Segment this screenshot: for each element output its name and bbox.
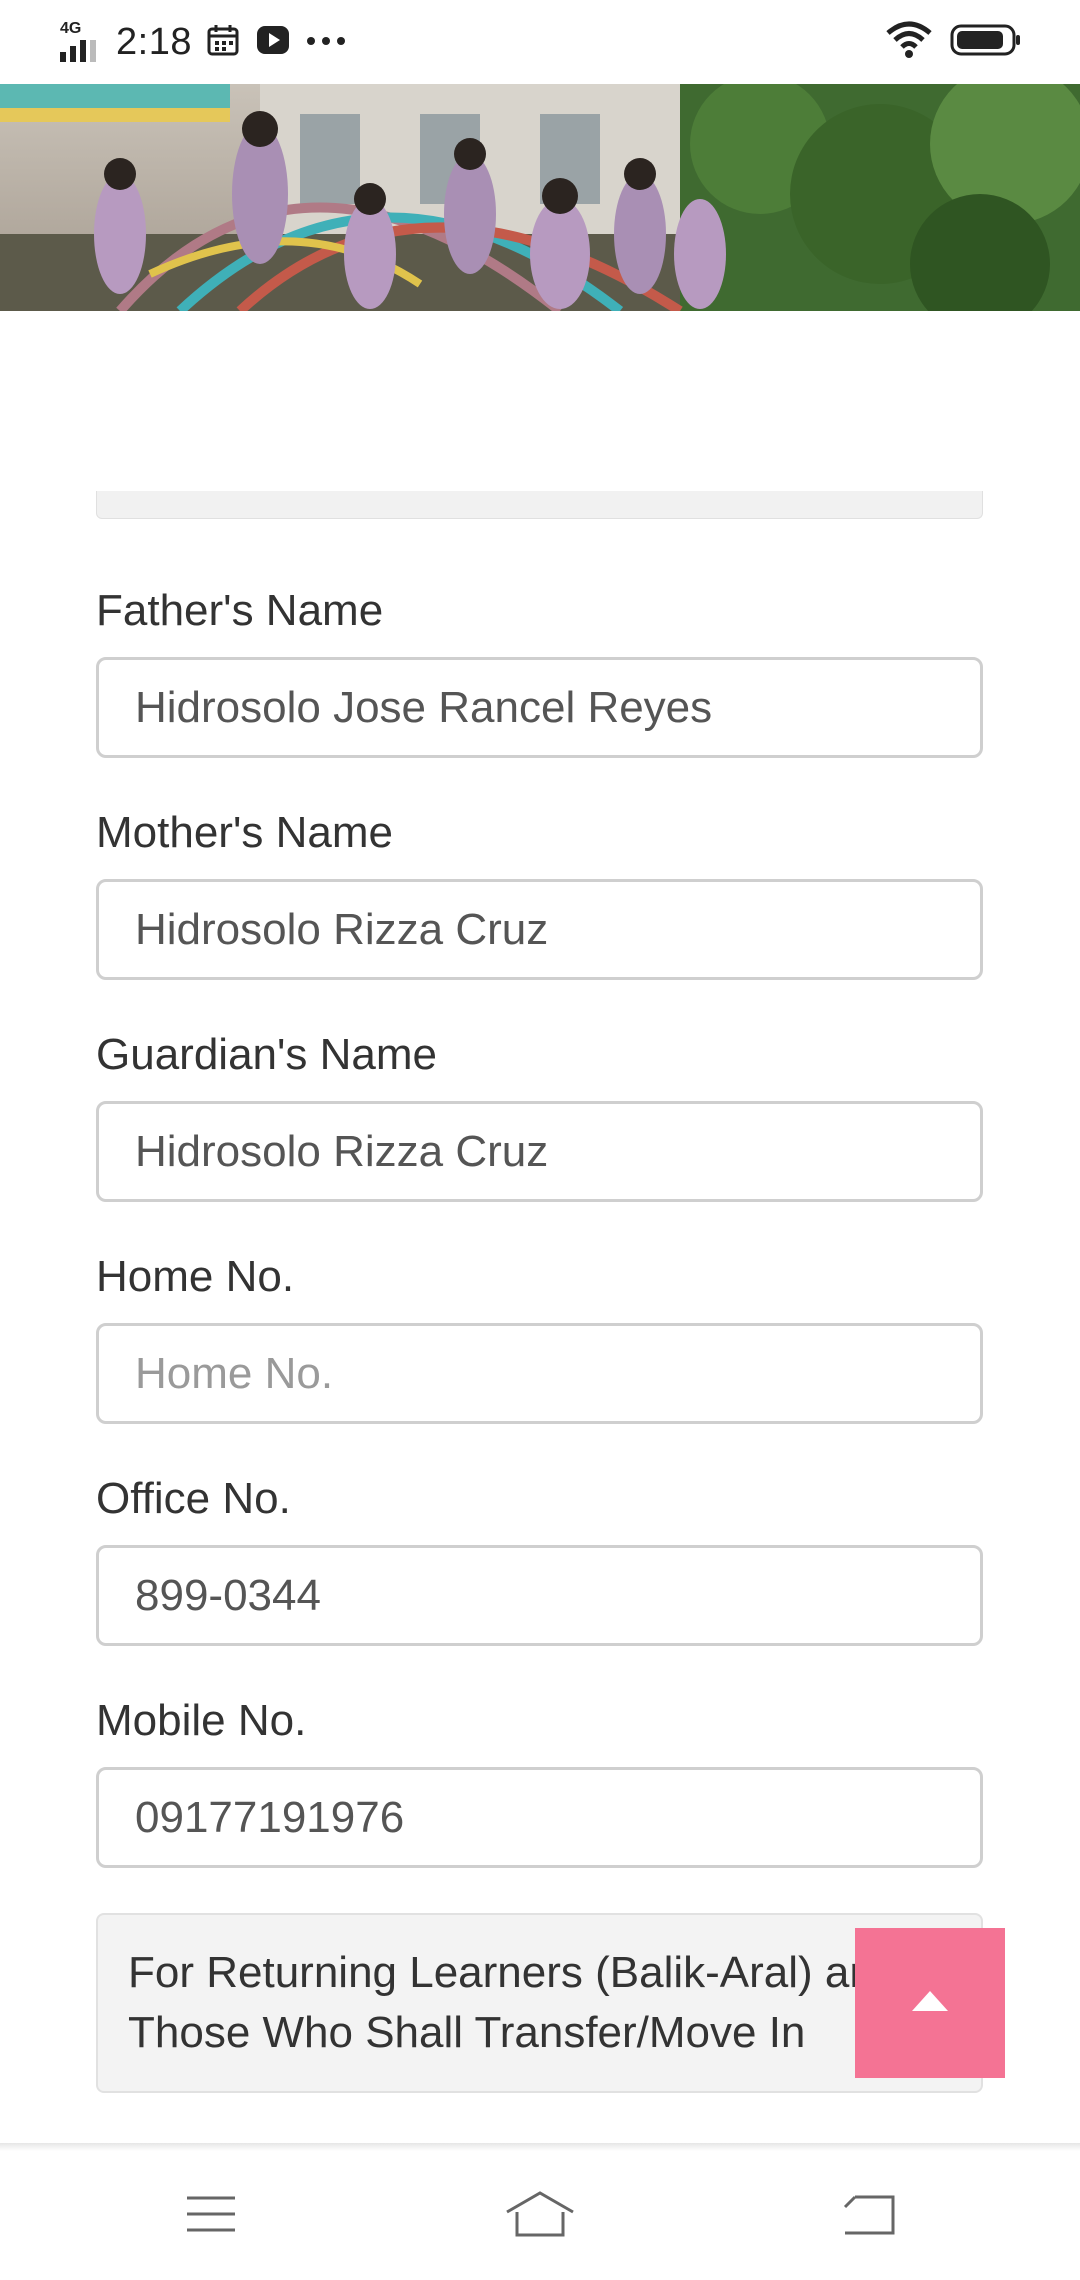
back-button[interactable] bbox=[834, 2181, 904, 2251]
chevron-up-icon bbox=[910, 1989, 950, 2018]
wifi-icon bbox=[886, 21, 932, 64]
back-icon bbox=[841, 2191, 897, 2242]
status-bar: 4G 2:18 bbox=[0, 0, 1080, 84]
system-nav-bar bbox=[0, 2151, 1080, 2280]
back-to-top-button[interactable] bbox=[855, 1928, 1005, 2078]
home-button[interactable] bbox=[505, 2181, 575, 2251]
returning-learners-line1: For Returning Learners (Balik-Aral) and bbox=[128, 1948, 899, 1997]
guardians-name-input[interactable] bbox=[96, 1101, 983, 1202]
guardians-name-label: Guardian's Name bbox=[96, 1030, 437, 1079]
menu-icon bbox=[185, 2194, 237, 2239]
mobile-no-input[interactable] bbox=[96, 1767, 983, 1868]
play-icon bbox=[256, 23, 290, 62]
signal-icon: 4G bbox=[58, 18, 104, 66]
returning-learners-line2: Those Who Shall Transfer/Move In bbox=[128, 2008, 806, 2057]
nav-divider bbox=[0, 2143, 1080, 2151]
enrollment-form: Father's Name Mother's Name Guardian's N… bbox=[0, 311, 1080, 2146]
mobile-no-label: Mobile No. bbox=[96, 1696, 307, 1745]
network-type: 4G bbox=[60, 20, 82, 37]
school-playground-photo bbox=[0, 84, 1080, 311]
mothers-name-label: Mother's Name bbox=[96, 808, 393, 857]
fathers-name-label: Father's Name bbox=[96, 586, 384, 635]
returning-learners-heading: For Returning Learners (Balik-Aral) and T… bbox=[128, 1943, 948, 2063]
battery-icon bbox=[950, 23, 1022, 62]
more-icon bbox=[306, 33, 346, 51]
mothers-name-input[interactable] bbox=[96, 879, 983, 980]
previous-panel-edge bbox=[96, 491, 983, 519]
returning-learners-panel: For Returning Learners (Balik-Aral) and T… bbox=[96, 1913, 983, 2093]
calendar-icon bbox=[206, 23, 240, 62]
menu-button[interactable] bbox=[176, 2181, 246, 2251]
office-no-input[interactable] bbox=[96, 1545, 983, 1646]
home-no-label: Home No. bbox=[96, 1252, 295, 1301]
office-no-label: Office No. bbox=[96, 1474, 291, 1523]
status-time: 2:18 bbox=[116, 20, 192, 63]
home-icon bbox=[504, 2190, 576, 2243]
home-no-input[interactable] bbox=[96, 1323, 983, 1424]
fathers-name-input[interactable] bbox=[96, 657, 983, 758]
